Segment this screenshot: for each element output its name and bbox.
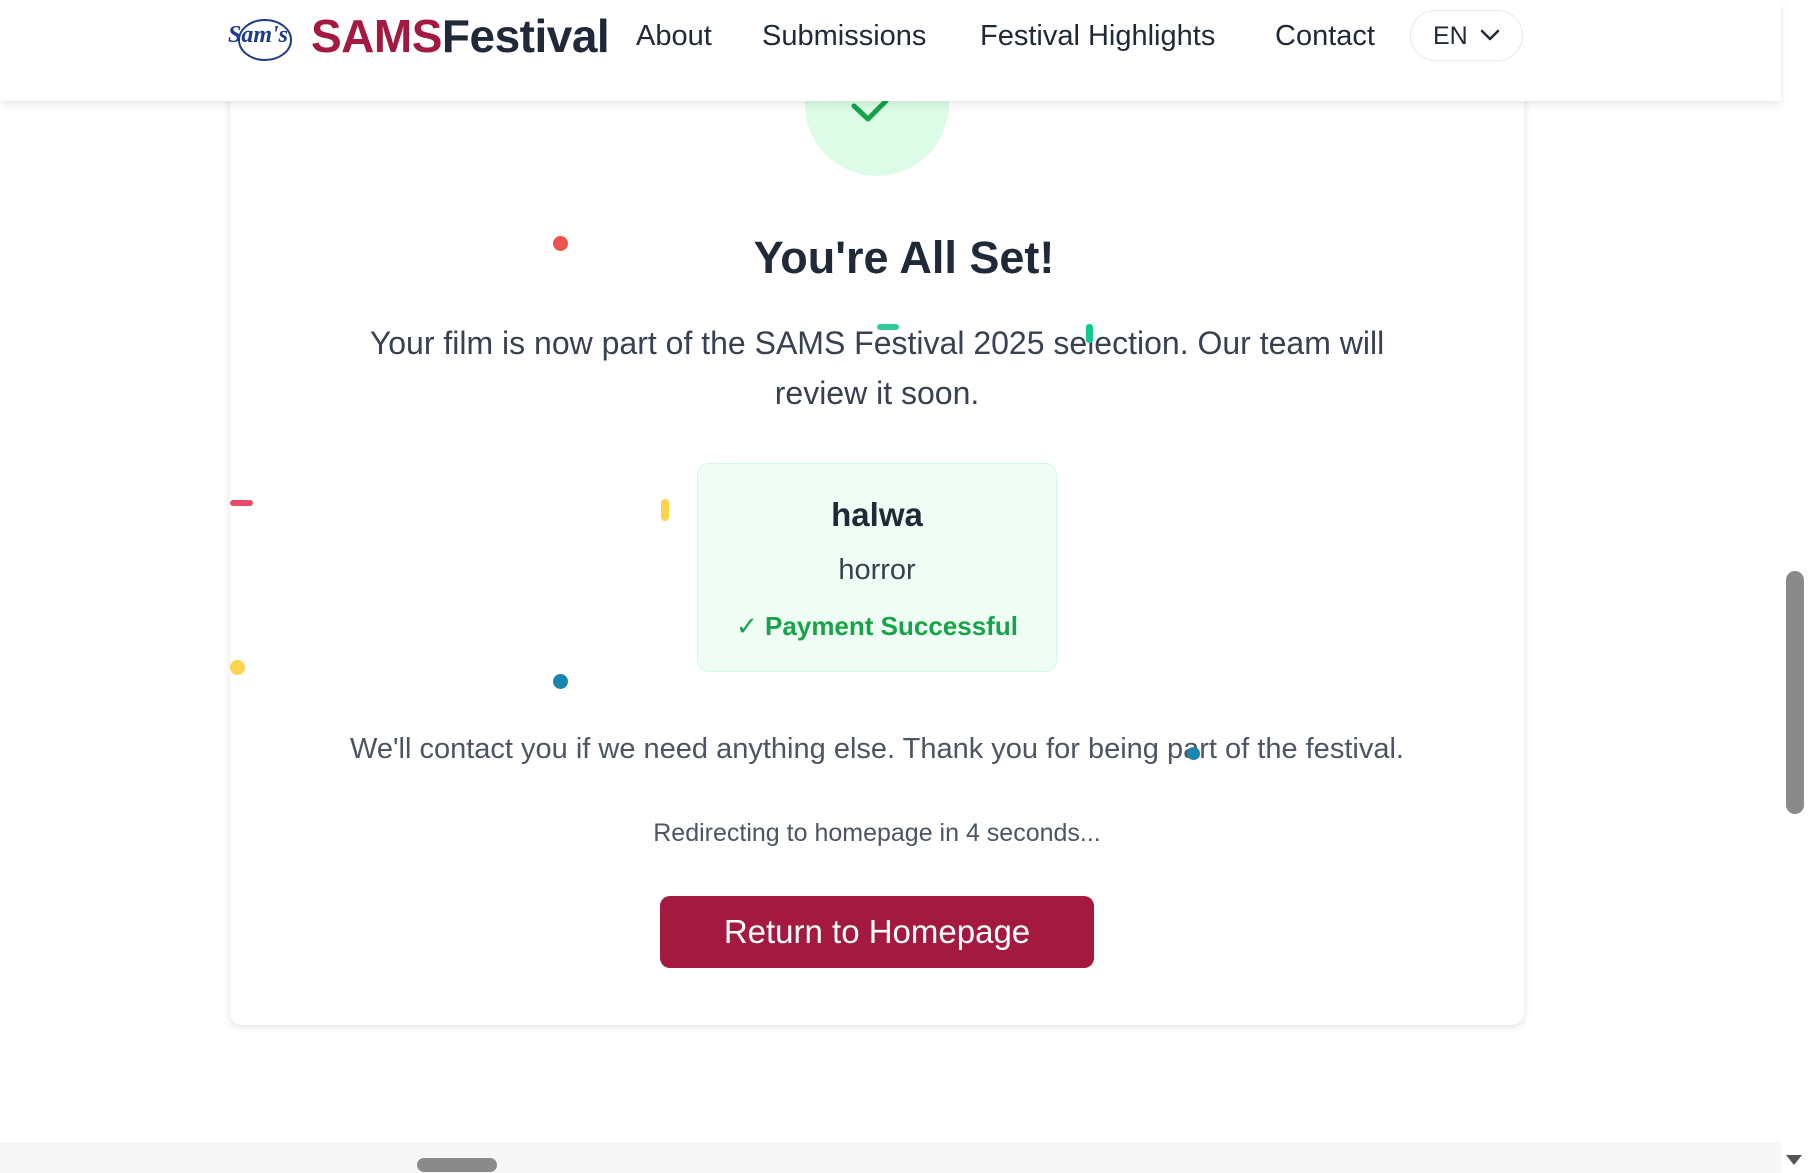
film-genre: horror bbox=[838, 554, 916, 586]
return-to-homepage-button[interactable]: Return to Homepage bbox=[660, 896, 1094, 968]
scroll-down-arrow-icon[interactable] bbox=[1785, 1153, 1803, 1167]
confirmation-subtitle: Your film is now part of the SAMS Festiv… bbox=[369, 325, 1385, 411]
nav-submissions[interactable]: Submissions bbox=[762, 16, 926, 56]
contact-message: We'll contact you if we need anything el… bbox=[350, 733, 1404, 765]
confetti-piece bbox=[553, 236, 568, 251]
language-code: EN bbox=[1433, 22, 1468, 50]
brand-name-part1: SAMS bbox=[311, 10, 442, 62]
confetti-piece bbox=[1187, 747, 1200, 760]
svg-text:Sam's: Sam's bbox=[228, 22, 288, 48]
confetti-piece bbox=[230, 660, 245, 675]
sams-studios-logo-icon[interactable]: Sam's bbox=[228, 12, 298, 62]
horizontal-scrollbar-track[interactable] bbox=[0, 1142, 1781, 1173]
confirmation-title: You're All Set! bbox=[753, 232, 1055, 283]
language-selector[interactable]: EN bbox=[1410, 10, 1523, 61]
checkmark-icon bbox=[851, 98, 889, 122]
chevron-down-icon bbox=[1480, 29, 1500, 41]
confetti-piece bbox=[661, 499, 669, 521]
nav-contact[interactable]: Contact bbox=[1275, 16, 1375, 56]
film-summary-box: halwa horror ✓ Payment Successful bbox=[697, 463, 1057, 672]
nav-about[interactable]: About bbox=[636, 16, 712, 56]
vertical-scrollbar-thumb[interactable] bbox=[1786, 571, 1804, 814]
payment-status: ✓ Payment Successful bbox=[736, 611, 1018, 641]
brand-logo[interactable]: SAMSFestival bbox=[311, 9, 610, 63]
horizontal-scrollbar-thumb[interactable] bbox=[417, 1158, 497, 1172]
nav-festival-highlights[interactable]: Festival Highlights bbox=[980, 16, 1215, 56]
redirect-message: Redirecting to homepage in 4 seconds... bbox=[653, 819, 1101, 847]
site-header: Sam's SAMSFestival About Submissions Fes… bbox=[0, 0, 1781, 101]
confetti-piece bbox=[230, 500, 253, 506]
confetti-piece bbox=[553, 674, 568, 689]
brand-name-part2: Festival bbox=[441, 10, 610, 62]
confetti-piece bbox=[877, 324, 899, 330]
confetti-piece bbox=[1086, 324, 1093, 343]
film-title: halwa bbox=[831, 496, 923, 533]
